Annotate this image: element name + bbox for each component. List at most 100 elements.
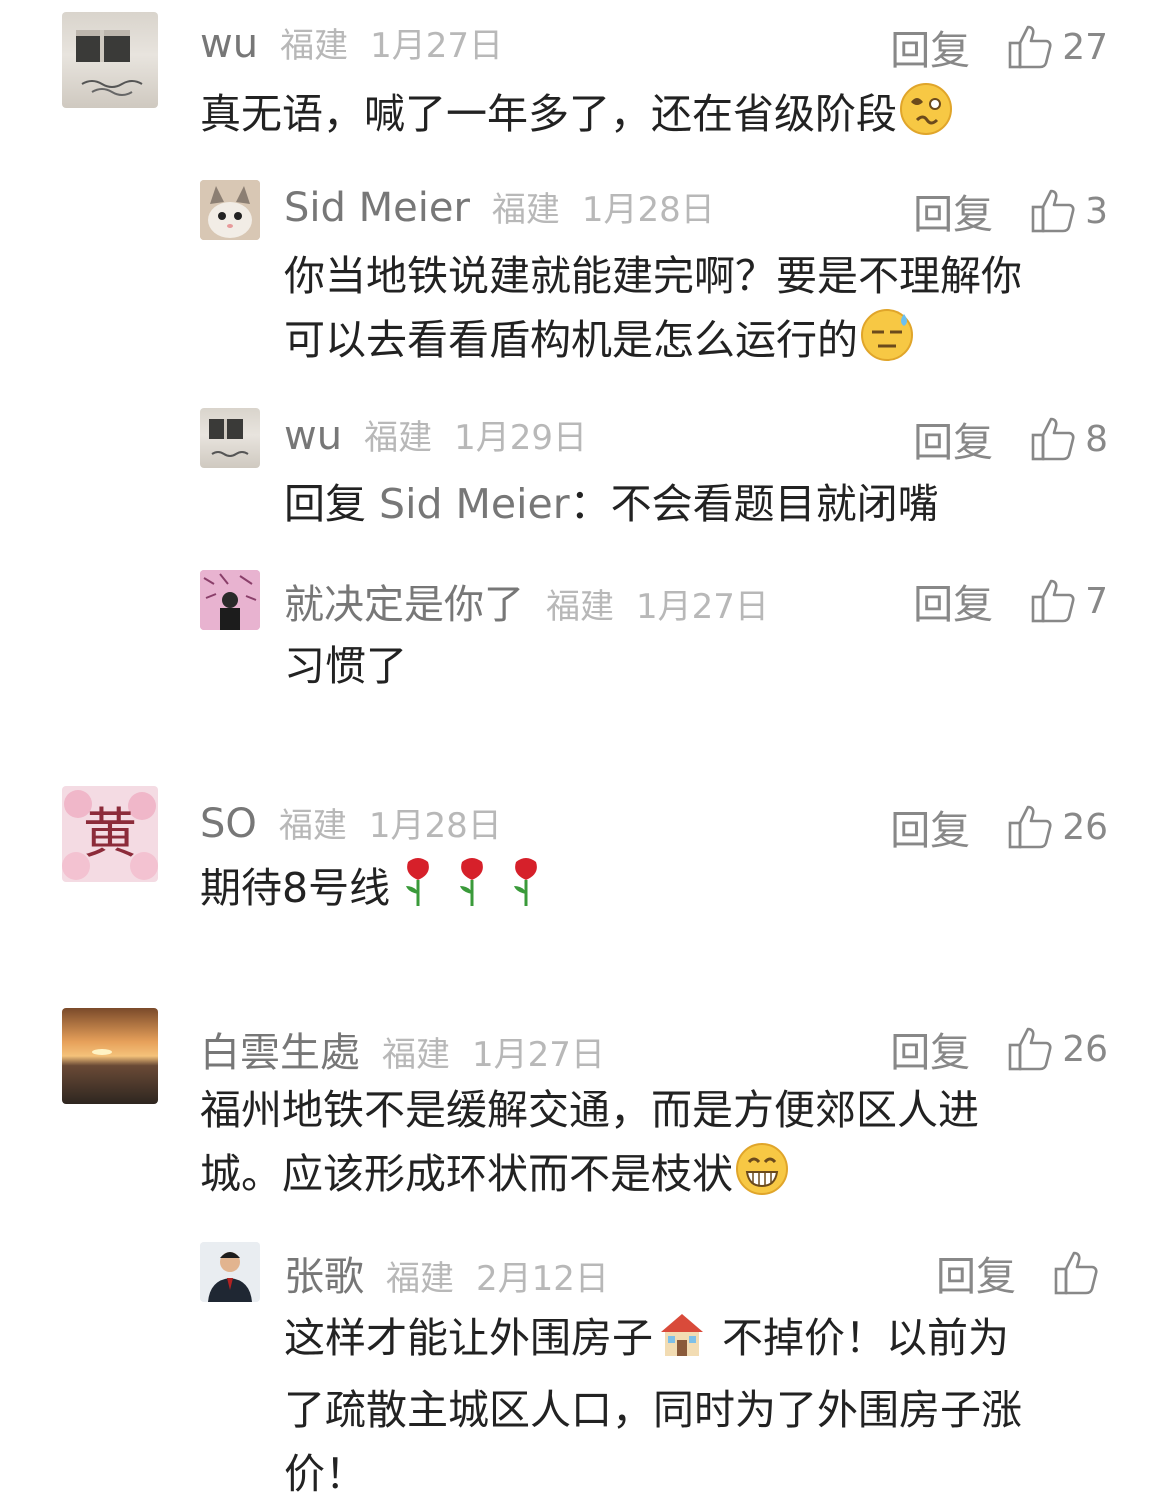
reply-line: 习惯了 xyxy=(284,642,407,690)
location: 福建 xyxy=(278,806,347,846)
reply-line: 可以去看看盾构机是怎么运行的 xyxy=(284,316,858,364)
timestamp: 2月12日 xyxy=(476,1259,609,1299)
avatar[interactable] xyxy=(200,408,260,468)
location: 福建 xyxy=(382,1035,450,1075)
reply-line: ：不会看题目就闭嘴 xyxy=(569,480,939,528)
reply-button[interactable]: 回复 xyxy=(890,18,970,76)
thumbs-up-icon xyxy=(1029,187,1077,235)
rose-icon xyxy=(446,856,498,928)
like-button[interactable]: 3 xyxy=(1029,187,1108,235)
username[interactable]: Sid Meier xyxy=(284,185,470,231)
reply-meta: Sid Meier 福建 1月28日 xyxy=(284,182,715,231)
like-button[interactable]: 26 xyxy=(1006,1025,1108,1073)
comment-line: 福州地铁不是缓解交通，而是方便郊区人进 xyxy=(200,1086,979,1134)
location: 福建 xyxy=(386,1259,454,1299)
thumbs-up-icon xyxy=(1029,415,1077,463)
reply-line: 你当地铁说建就能建完啊？要是不理解你 xyxy=(284,252,1022,300)
like-button[interactable]: 26 xyxy=(1006,803,1108,851)
comment-text: 真无语，喊了一年多了，还在省级阶段 xyxy=(200,82,953,154)
comment-text: 福州地铁不是缓解交通，而是方便郊区人进 城。应该形成环状而不是枝状 xyxy=(200,1078,979,1214)
timestamp: 1月27日 xyxy=(370,26,503,66)
avatar[interactable] xyxy=(200,570,260,630)
like-count: 3 xyxy=(1085,190,1108,232)
like-button[interactable]: 7 xyxy=(1029,577,1108,625)
timestamp: 1月28日 xyxy=(581,190,715,230)
username[interactable]: 张歌 xyxy=(284,1244,364,1302)
sweat-face-icon xyxy=(860,308,914,380)
woozy-face-icon xyxy=(899,82,953,154)
reply-button[interactable]: 回复 xyxy=(913,572,993,630)
comment-line: 期待8号线 xyxy=(200,864,391,912)
like-count: 27 xyxy=(1062,26,1108,68)
like-button[interactable]: 8 xyxy=(1029,415,1108,463)
comment-meta: SO 福建 1月28日 xyxy=(200,798,502,847)
reply-prefix: 回复 xyxy=(284,480,380,528)
timestamp: 1月27日 xyxy=(636,587,769,627)
reply-text: 你当地铁说建就能建完啊？要是不理解你 可以去看看盾构机是怎么运行的 xyxy=(284,244,1022,380)
username[interactable]: 白雲生處 xyxy=(200,1020,360,1078)
reply-button[interactable]: 回复 xyxy=(913,182,993,240)
like-button[interactable]: 27 xyxy=(1006,23,1108,71)
username[interactable]: wu xyxy=(284,413,342,459)
avatar[interactable] xyxy=(200,180,260,240)
house-icon xyxy=(655,1306,709,1378)
reply-actions: 回复 3 xyxy=(913,182,1108,240)
reply-line: 价！ xyxy=(284,1450,366,1498)
username[interactable]: SO xyxy=(200,801,257,847)
reply-line: 了疏散主城区人口，同时为了外围房子涨 xyxy=(284,1386,1022,1434)
thumbs-up-icon xyxy=(1052,1249,1100,1297)
reply-button[interactable]: 回复 xyxy=(890,1020,970,1078)
reply-button[interactable]: 回复 xyxy=(890,798,970,856)
reply-meta: 张歌 福建 2月12日 xyxy=(284,1244,609,1302)
avatar[interactable] xyxy=(200,1242,260,1302)
avatar-glyph: 黄 xyxy=(83,802,137,865)
reply-target-username[interactable]: Sid Meier xyxy=(379,480,570,528)
reply-actions: 回复 8 xyxy=(913,410,1108,468)
location: 福建 xyxy=(280,26,349,66)
comment-meta: 白雲生處 福建 1月27日 xyxy=(200,1020,605,1078)
like-count: 7 xyxy=(1085,580,1108,622)
reply-meta: wu 福建 1月29日 xyxy=(284,410,587,459)
reply-text: 这样才能让外围房子 不掉价！以前为 了疏散主城区人口，同时为了外围房子涨 价！ xyxy=(284,1306,1022,1506)
timestamp: 1月29日 xyxy=(454,418,587,458)
rose-icon xyxy=(392,856,444,928)
comment-meta: wu 福建 1月27日 xyxy=(200,18,503,67)
comment-line: 城。应该形成环状而不是枝状 xyxy=(200,1150,733,1198)
location: 福建 xyxy=(546,587,614,627)
comment-text: 期待8号线 xyxy=(200,856,552,928)
reply-actions: 回复 7 xyxy=(913,572,1108,630)
timestamp: 1月28日 xyxy=(368,806,502,846)
reply-line: 这样才能让外围房子 xyxy=(284,1314,653,1362)
thumbs-up-icon xyxy=(1006,803,1054,851)
username[interactable]: wu xyxy=(200,21,258,67)
comment-actions: 回复 27 xyxy=(890,18,1108,76)
avatar[interactable]: 黄 xyxy=(62,786,158,882)
like-count: 26 xyxy=(1062,1028,1108,1070)
grin-face-icon xyxy=(735,1142,789,1214)
comment-actions: 回复 26 xyxy=(890,1020,1108,1078)
username[interactable]: 就决定是你了 xyxy=(284,572,524,630)
comment: 白雲生處 福建 1月27日 回复 26 福州地铁不是缓解交通，而是方便郊区人进 … xyxy=(0,1002,1170,1506)
reply-actions: 回复 xyxy=(936,1244,1108,1302)
reply-line: 不掉价！以前为 xyxy=(709,1314,1010,1362)
reply-text: 回复 Sid Meier：不会看题目就闭嘴 xyxy=(284,472,939,536)
thumbs-up-icon xyxy=(1006,1025,1054,1073)
thumbs-up-icon xyxy=(1029,577,1077,625)
timestamp: 1月27日 xyxy=(472,1035,605,1075)
reply-meta: 就决定是你了 福建 1月27日 xyxy=(284,572,769,630)
avatar[interactable] xyxy=(62,12,158,108)
reply-text: 习惯了 xyxy=(284,634,407,698)
like-count: 8 xyxy=(1085,418,1108,460)
reply-button[interactable]: 回复 xyxy=(936,1244,1016,1302)
avatar[interactable] xyxy=(62,1008,158,1104)
comment-actions: 回复 26 xyxy=(890,798,1108,856)
like-button[interactable] xyxy=(1052,1249,1108,1297)
comment-line: 真无语，喊了一年多了，还在省级阶段 xyxy=(200,90,897,138)
location: 福建 xyxy=(491,190,560,230)
comment: wu 福建 1月27日 回复 27 真无语，喊了一年多了，还在省级阶段 Sid … xyxy=(0,0,1170,700)
thumbs-up-icon xyxy=(1006,23,1054,71)
comment: 黄 SO 福建 1月28日 回复 26 期待8号线 xyxy=(0,780,1170,940)
reply-button[interactable]: 回复 xyxy=(913,410,993,468)
rose-icon xyxy=(500,856,552,928)
like-count: 26 xyxy=(1062,806,1108,848)
